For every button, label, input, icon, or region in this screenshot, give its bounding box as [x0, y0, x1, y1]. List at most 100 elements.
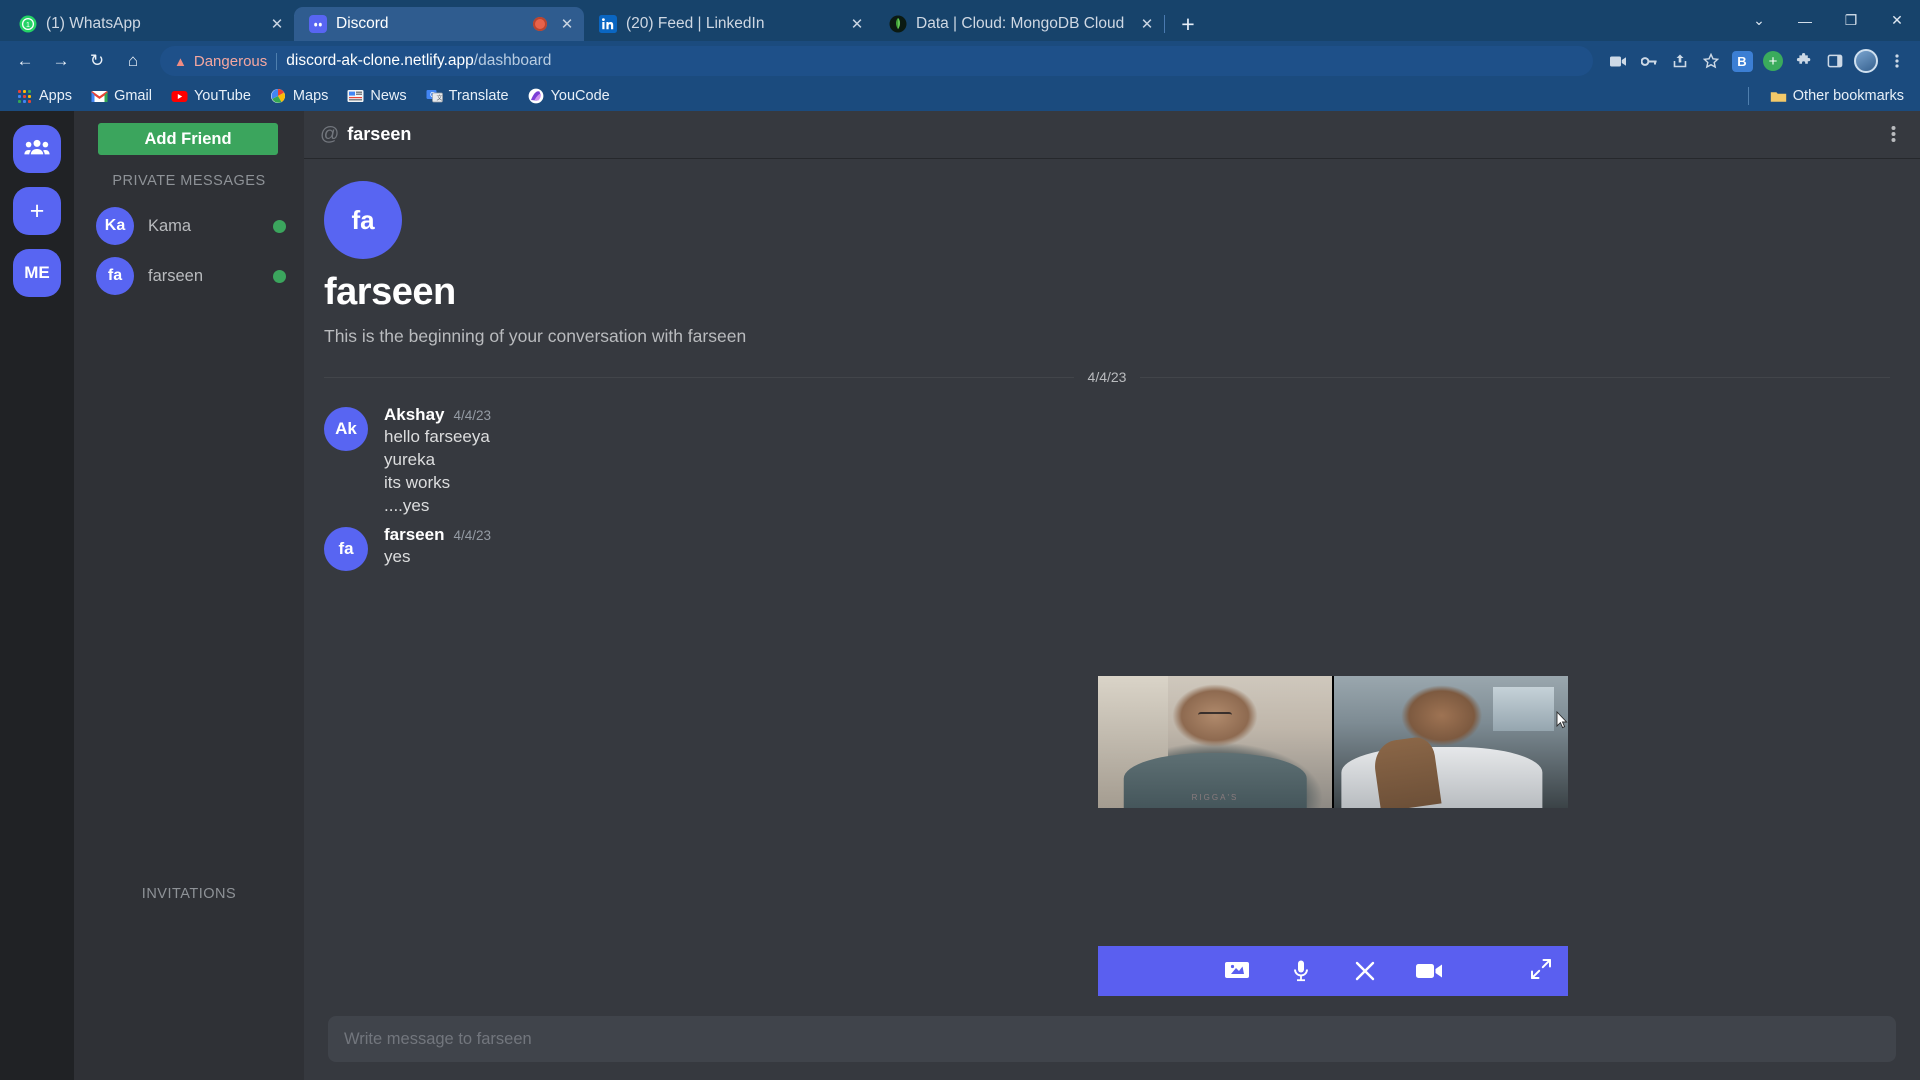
new-tab-button[interactable]: + [1172, 8, 1204, 40]
divider-line-left [324, 376, 1074, 378]
other-bookmarks-button[interactable]: Other bookmarks [1762, 85, 1912, 108]
video-call-overlay: RIGGA'S [1098, 676, 1568, 996]
composer-box[interactable] [328, 1016, 1896, 1062]
avatar: Ak [324, 407, 368, 451]
apps-grid-icon [16, 88, 33, 105]
maximize-button[interactable]: ❐ [1828, 0, 1874, 41]
back-button[interactable]: ← [8, 45, 42, 77]
message-author: farseen [384, 525, 445, 544]
tab-recording-indicator-icon [533, 17, 547, 31]
bookmark-label: Gmail [114, 88, 152, 104]
discord-app: + ME Add Friend PRIVATE MESSAGES Ka Kama… [0, 111, 1920, 1080]
rail-add-server-button[interactable]: + [13, 187, 61, 235]
svg-text:文: 文 [436, 94, 442, 102]
extensions-puzzle-icon[interactable] [1789, 46, 1819, 76]
linkedin-icon [598, 15, 617, 34]
bookmark-label: Apps [39, 88, 73, 104]
video-camera-icon[interactable] [1603, 46, 1633, 76]
video-tile-participant-2[interactable] [1334, 676, 1568, 808]
end-call-button[interactable] [1350, 956, 1380, 986]
dm-item-kama[interactable]: Ka Kama [74, 201, 304, 251]
close-window-button[interactable]: ✕ [1874, 0, 1920, 41]
browser-tab-discord[interactable]: Discord ✕ [294, 7, 584, 41]
tab-close-button[interactable]: ✕ [1136, 13, 1158, 35]
camera-button[interactable] [1414, 956, 1444, 986]
message-body: Akshay 4/4/23 hello farseeya yureka its … [384, 405, 1890, 517]
bookmark-translate[interactable]: G文 Translate [418, 85, 517, 108]
news-icon [347, 88, 364, 105]
other-bookmarks-label: Other bookmarks [1792, 88, 1904, 104]
discord-icon [308, 15, 327, 34]
avatar: Ka [96, 207, 134, 245]
message-text: hello farseeya [384, 427, 490, 446]
call-control-bar [1098, 946, 1568, 996]
message-timestamp: 4/4/23 [453, 408, 492, 423]
invitations-label: INVITATIONS [141, 886, 237, 902]
browser-toolbar: ← → ↻ ⌂ ▲ Dangerous discord-ak-clone.net… [0, 41, 1920, 81]
security-label: Dangerous [193, 52, 268, 70]
dm-list: Ka Kama fa farseen [74, 201, 304, 301]
share-icon[interactable] [1665, 46, 1695, 76]
call-overlay-spacer [1098, 808, 1568, 946]
minimize-button[interactable]: — [1782, 0, 1828, 41]
bookmark-youtube[interactable]: YouTube [163, 85, 259, 108]
bookmark-star-icon[interactable] [1696, 46, 1726, 76]
message-row: Ak Akshay 4/4/23 hello farseeya yureka i… [324, 399, 1890, 519]
browser-window: 1 (1) WhatsApp ✕ Discord ✕ (20) Feed | L… [0, 0, 1920, 1080]
conversation-avatar: fa [324, 181, 402, 259]
people-icon [24, 138, 50, 161]
microphone-button[interactable] [1286, 956, 1316, 986]
message-text: yureka [384, 450, 436, 469]
add-friend-button[interactable]: Add Friend [98, 123, 278, 155]
video-tile-participant-1[interactable]: RIGGA'S [1098, 676, 1332, 808]
tab-close-button[interactable]: ✕ [266, 13, 288, 35]
password-key-icon[interactable] [1634, 46, 1664, 76]
message-text: ....yes [384, 496, 430, 515]
rail-friends-button[interactable] [13, 125, 61, 173]
message-input[interactable] [344, 1029, 1880, 1049]
tab-close-button[interactable]: ✕ [556, 13, 578, 35]
folder-icon [1770, 88, 1787, 105]
page-title: farseen [347, 124, 412, 144]
other-bookmarks-area: Other bookmarks [1747, 81, 1912, 111]
expand-button[interactable] [1528, 958, 1554, 984]
dm-sidebar: Add Friend PRIVATE MESSAGES Ka Kama fa f… [74, 111, 304, 1080]
message-text: yes [384, 547, 411, 566]
vertical-dots-icon[interactable] [1887, 124, 1900, 145]
browser-tab-mongodb[interactable]: Data | Cloud: MongoDB Cloud ✕ [874, 7, 1165, 41]
plus-extension-icon[interactable]: + [1758, 46, 1788, 76]
site-security-warning[interactable]: ▲ Dangerous [174, 53, 267, 70]
avatar[interactable] [1851, 46, 1881, 76]
tab-close-button[interactable]: ✕ [846, 13, 868, 35]
message-composer [304, 1016, 1920, 1080]
tab-separator [1164, 15, 1165, 33]
reload-button[interactable]: ↻ [80, 45, 114, 77]
rail-me-button[interactable]: ME [13, 249, 61, 297]
bookmark-gmail[interactable]: Gmail [83, 85, 160, 108]
me-avatar: ME [24, 263, 50, 282]
dm-item-farseen[interactable]: fa farseen [74, 251, 304, 301]
plus-icon: + [29, 196, 45, 225]
forward-button[interactable]: → [44, 45, 78, 77]
divider-line-right [1140, 376, 1890, 378]
three-dot-menu-icon[interactable] [1882, 46, 1912, 76]
browser-tab-linkedin[interactable]: (20) Feed | LinkedIn ✕ [584, 7, 874, 41]
bookmark-maps[interactable]: Maps [262, 85, 336, 108]
at-symbol-icon: @ [320, 123, 340, 145]
screen-share-button[interactable] [1222, 956, 1252, 986]
home-button[interactable]: ⌂ [116, 45, 150, 77]
bookmark-youcode[interactable]: YouCode [520, 85, 618, 108]
address-bar[interactable]: ▲ Dangerous discord-ak-clone.netlify.app… [160, 46, 1593, 76]
browser-tab-whatsapp[interactable]: 1 (1) WhatsApp ✕ [4, 7, 295, 41]
status-badge-online [273, 269, 286, 283]
bookmark-apps[interactable]: Apps [8, 85, 80, 108]
bookmark-news[interactable]: News [339, 85, 414, 108]
video-person-torso [1341, 747, 1543, 808]
bookmark-label: YouCode [550, 88, 610, 104]
tab-search-button[interactable]: ⌄ [1736, 0, 1782, 41]
youcode-icon [528, 88, 545, 105]
bookmark-label: Maps [292, 88, 329, 104]
b-extension-icon[interactable]: B [1727, 46, 1757, 76]
side-panel-icon[interactable] [1820, 46, 1850, 76]
message-author: Akshay [384, 405, 445, 424]
